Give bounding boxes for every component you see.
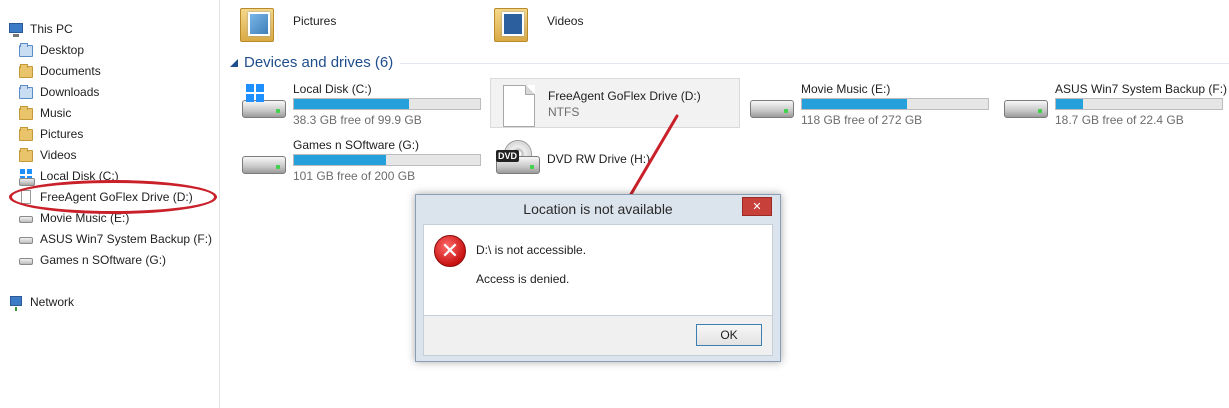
close-button[interactable]: ✕ (742, 197, 772, 216)
windows-drive-icon (18, 168, 35, 186)
drive-tile-f[interactable]: ASUS Win7 System Backup (F:) 18.7 GB fre… (998, 78, 1228, 128)
devices-drives-group-header[interactable]: Devices and drives (6) (230, 54, 393, 71)
dvd-badge: DVD (496, 150, 520, 162)
ok-button[interactable]: OK (696, 324, 762, 346)
nav-item-videos[interactable]: Videos (18, 145, 76, 165)
nav-item-music[interactable]: Music (18, 103, 71, 123)
drive-icon (18, 210, 34, 226)
drive-tile-h[interactable]: DVD DVD RW Drive (H:) (490, 134, 740, 184)
videos-folder-label: Videos (547, 14, 584, 28)
dialog-body: ✕ D:\ is not accessible. Access is denie… (423, 224, 773, 316)
drive-name: DVD RW Drive (H:) (547, 152, 651, 166)
hdd-icon (750, 84, 796, 124)
drive-usage-bar (293, 154, 481, 166)
drive-name: ASUS Win7 System Backup (F:) (1055, 82, 1228, 96)
drive-free-space: 18.7 GB free of 22.4 GB (1055, 113, 1184, 127)
nav-label: ASUS Win7 System Backup (F:) (40, 232, 213, 246)
nav-label: Downloads (40, 85, 100, 99)
windows-hdd-icon (242, 84, 288, 124)
drive-tile-e[interactable]: Movie Music (E:) 118 GB free of 272 GB (744, 78, 994, 128)
group-title: Devices and drives (6) (244, 54, 394, 71)
nav-label: Network (30, 295, 75, 309)
drive-icon (18, 252, 34, 268)
nav-label: Videos (40, 148, 77, 162)
drive-name: Games n SOftware (G:) (293, 138, 420, 152)
drive-name: Local Disk (C:) (293, 82, 372, 96)
nav-label: Games n SOftware (G:) (40, 253, 167, 267)
drive-free-space: 118 GB free of 272 GB (801, 113, 923, 127)
computer-icon (8, 21, 24, 37)
nav-item-downloads[interactable]: Downloads (18, 82, 99, 102)
videos-folder-icon (18, 147, 34, 163)
hdd-icon (242, 140, 288, 180)
pictures-folder-tile[interactable] (240, 2, 276, 42)
nav-item-asus-backup-f[interactable]: ASUS Win7 System Backup (F:) (18, 229, 212, 249)
videos-folder-tile[interactable] (494, 2, 530, 42)
dialog-title: Location is not available (523, 201, 673, 217)
nav-label: Desktop (40, 43, 85, 57)
nav-item-games-g[interactable]: Games n SOftware (G:) (18, 250, 166, 270)
pictures-folder-label: Pictures (293, 14, 337, 28)
collapse-caret-icon (230, 58, 238, 67)
drive-usage-bar (1055, 98, 1223, 110)
documents-folder-icon (18, 63, 34, 79)
nav-label: Pictures (40, 127, 84, 141)
drive-filesystem: NTFS (548, 105, 580, 119)
drive-usage-bar (293, 98, 481, 110)
nav-item-documents[interactable]: Documents (18, 61, 101, 81)
annotation-ellipse (9, 180, 217, 214)
network-icon (8, 294, 24, 311)
drive-free-space: 101 GB free of 200 GB (293, 169, 416, 183)
drive-name: FreeAgent GoFlex Drive (D:) (548, 89, 701, 103)
desktop-folder-icon (18, 42, 34, 58)
nav-this-pc[interactable]: This PC (8, 19, 73, 39)
nav-network[interactable]: Network (8, 292, 74, 312)
nav-label: Documents (40, 64, 101, 78)
nav-item-pictures[interactable]: Pictures (18, 124, 83, 144)
pictures-folder-icon (18, 126, 34, 142)
music-folder-icon (18, 105, 34, 121)
nav-label: This PC (30, 22, 73, 36)
error-icon: ✕ (434, 235, 466, 267)
hdd-icon (1004, 84, 1050, 124)
drive-free-space: 38.3 GB free of 99.9 GB (293, 113, 422, 127)
dvd-drive-icon: DVD (496, 140, 542, 180)
downloads-folder-icon (18, 84, 34, 100)
nav-label: Music (40, 106, 72, 120)
error-message-reason: Access is denied. (476, 272, 570, 286)
drive-tile-d[interactable]: FreeAgent GoFlex Drive (D:) NTFS (490, 78, 740, 128)
drive-tile-c[interactable]: Local Disk (C:) 38.3 GB free of 99.9 GB (236, 78, 486, 128)
error-message-path: D:\ is not accessible. (476, 243, 587, 257)
film-strip-icon (502, 12, 524, 36)
drive-usage-bar (801, 98, 989, 110)
group-divider (400, 63, 1229, 64)
location-error-dialog: Location is not available ✕ ✕ D:\ is not… (415, 194, 781, 362)
nav-item-desktop[interactable]: Desktop (18, 40, 84, 60)
drive-tile-g[interactable]: Games n SOftware (G:) 101 GB free of 200… (236, 134, 486, 184)
drive-name: Movie Music (E:) (801, 82, 891, 96)
drive-icon (18, 231, 34, 247)
blank-page-icon (497, 85, 543, 127)
dialog-footer: OK (423, 316, 773, 356)
pictures-thumbnail-icon (248, 12, 270, 36)
